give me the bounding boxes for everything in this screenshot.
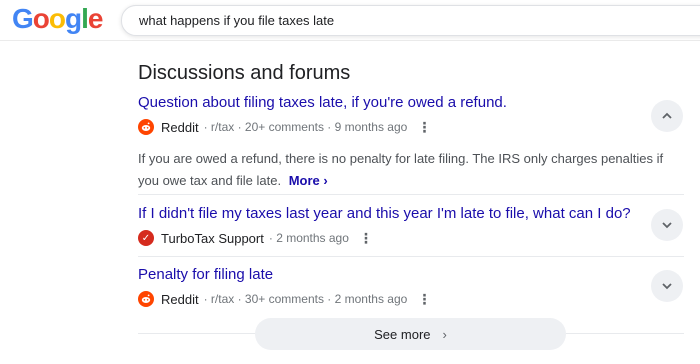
logo-letter: e xyxy=(87,3,104,34)
result-source[interactable]: TurboTax Support xyxy=(161,231,264,246)
collapse-button[interactable] xyxy=(651,100,683,132)
result-meta-text: · r/tax · 20+ comments · 9 months ago xyxy=(203,120,408,134)
result-snippet: If you are owed a refund, there is no pe… xyxy=(138,148,678,192)
result-meta-text: · 2 months ago xyxy=(268,231,349,245)
expand-button[interactable] xyxy=(651,270,683,302)
result-title-link[interactable]: If I didn't file my taxes last year and … xyxy=(138,205,631,222)
section-title: Discussions and forums xyxy=(138,62,351,84)
result-source[interactable]: Reddit xyxy=(161,120,199,135)
reddit-icon xyxy=(138,119,154,135)
header-bar: Google what happens if you file taxes la… xyxy=(0,0,700,41)
reddit-icon xyxy=(138,291,154,307)
more-label: More xyxy=(288,173,320,188)
turbotax-icon: ✓ xyxy=(138,230,154,246)
divider xyxy=(138,194,684,195)
search-query: what happens if you file taxes late xyxy=(139,13,335,28)
chevron-up-icon xyxy=(662,112,672,119)
logo-letter: g xyxy=(65,3,82,34)
chevron-down-icon xyxy=(662,283,672,290)
result-title-link[interactable]: Question about filing taxes late, if you… xyxy=(138,94,507,111)
result-meta: ✓ TurboTax Support · 2 months ago ⋮ xyxy=(138,229,373,247)
see-more-label: See more xyxy=(374,326,431,342)
more-link[interactable]: More › xyxy=(289,173,328,188)
more-options-icon[interactable]: ⋮ xyxy=(359,230,373,247)
divider xyxy=(138,256,684,257)
logo-letter: o xyxy=(48,3,66,34)
result-meta: Reddit · r/tax · 30+ comments · 2 months… xyxy=(138,290,431,308)
result-meta-text: · r/tax · 30+ comments · 2 months ago xyxy=(203,292,408,306)
result-source[interactable]: Reddit xyxy=(161,292,199,307)
chevron-right-icon: › xyxy=(323,173,328,188)
more-options-icon[interactable]: ⋮ xyxy=(417,119,431,136)
result-title-link[interactable]: Penalty for filing late xyxy=(138,266,273,283)
chevron-right-icon: › xyxy=(442,326,447,342)
search-input[interactable]: what happens if you file taxes late xyxy=(121,5,700,36)
expand-button[interactable] xyxy=(651,209,683,241)
snippet-text: If you are owed a refund, there is no pe… xyxy=(138,151,664,188)
google-logo[interactable]: Google xyxy=(12,3,104,35)
see-more-button[interactable]: See more › xyxy=(255,318,566,350)
more-options-icon[interactable]: ⋮ xyxy=(417,291,431,308)
result-meta: Reddit · r/tax · 20+ comments · 9 months… xyxy=(138,118,431,136)
logo-letter: l xyxy=(81,3,89,34)
logo-letter: o xyxy=(32,3,50,34)
chevron-down-icon xyxy=(662,222,672,229)
logo-letter: G xyxy=(12,3,34,34)
